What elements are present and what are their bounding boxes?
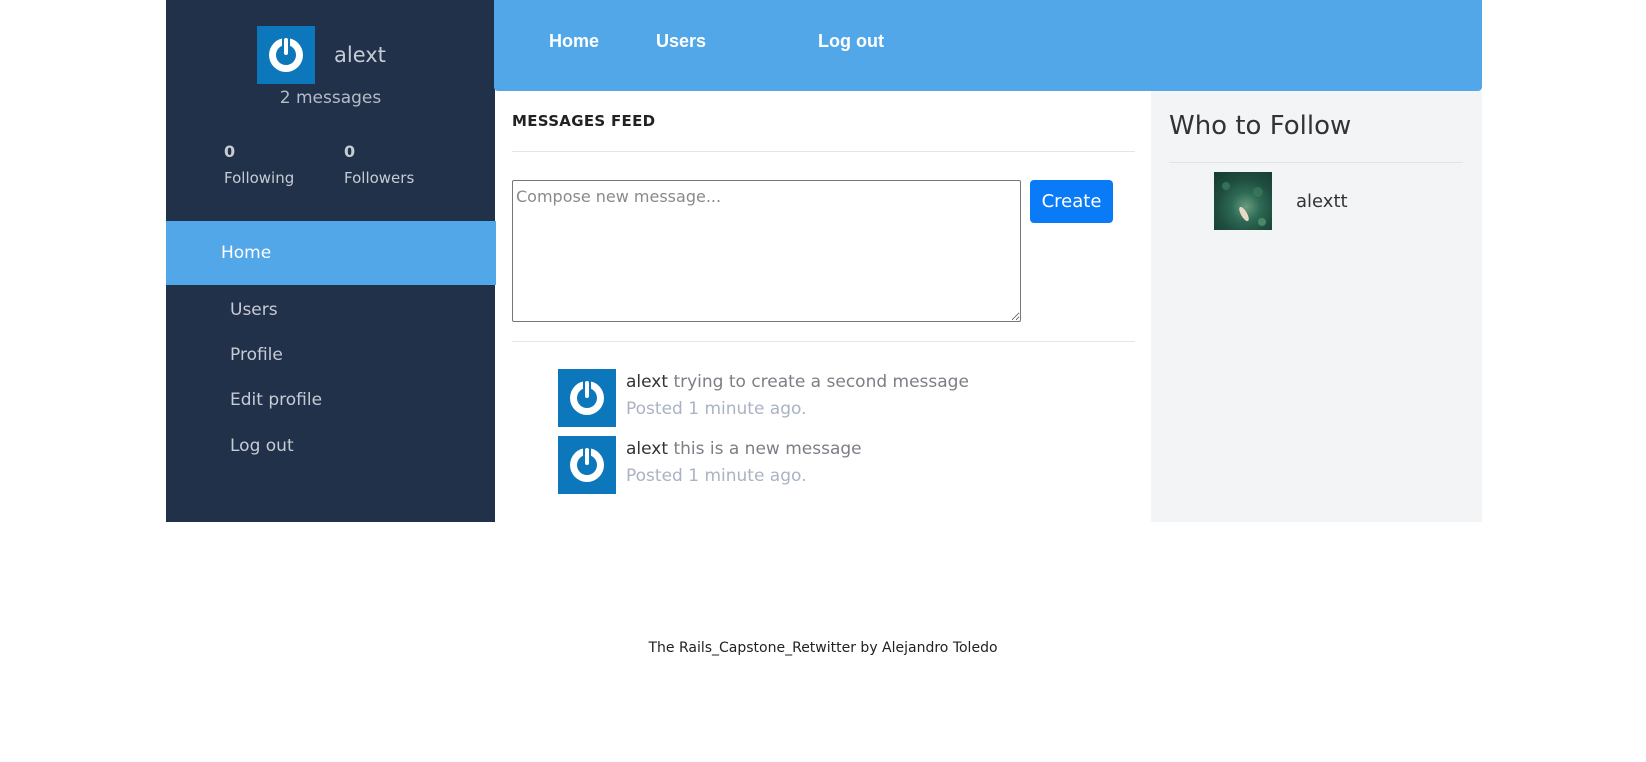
follow-suggestion-item[interactable]: alextt [1214,172,1348,230]
koi-fish-avatar-image [1222,182,1266,226]
divider [1169,162,1463,163]
compose-message-input[interactable] [512,180,1021,322]
page-title: MESSAGES FEED [512,112,656,130]
power-icon [570,378,604,415]
avatar[interactable] [558,369,616,427]
top-navbar: Home Users Log out [494,0,1482,91]
sidebar-item-edit-profile[interactable]: Edit profile [230,390,322,410]
divider [512,341,1135,342]
sidebar-item-home[interactable]: Home [166,221,496,285]
nav-logout-link[interactable]: Log out [818,31,884,52]
following-count: 0 [224,142,236,161]
followers-stat[interactable]: 0 Followers [344,142,414,187]
list-item: alext this is a new message Posted 1 min… [558,436,862,494]
avatar[interactable] [558,436,616,494]
avatar[interactable] [257,26,315,84]
follow-suggestion-username[interactable]: alextt [1296,191,1348,212]
message-timestamp: Posted 1 minute ago. [626,466,807,486]
sidebar-item-log-out[interactable]: Log out [230,436,294,456]
who-to-follow-title: Who to Follow [1169,111,1352,141]
nav-users-link[interactable]: Users [656,31,706,52]
list-item: alext trying to create a second message … [558,369,969,427]
power-icon [269,35,303,72]
message-timestamp: Posted 1 minute ago. [626,399,807,419]
following-label: Following [224,169,295,187]
divider [512,151,1135,152]
followers-label: Followers [344,169,415,187]
profile-username[interactable]: alext [334,43,386,67]
message-author[interactable]: alext [626,439,668,459]
power-icon [570,445,604,482]
message-text: this is a new message [673,439,862,459]
profile-header: alext [257,26,386,84]
who-to-follow-panel: Who to Follow alextt [1151,91,1482,522]
message-author[interactable]: alext [626,372,668,392]
sidebar-item-users[interactable]: Users [230,300,278,320]
sidebar-item-profile[interactable]: Profile [230,345,283,365]
followers-count: 0 [344,142,356,161]
following-stat[interactable]: 0 Following [224,142,294,187]
nav-home-link[interactable]: Home [549,31,599,52]
sidebar: alext 2 messages 0 Following 0 Followers… [166,0,496,522]
footer-text: The Rails_Capstone_Retwitter by Alejandr… [648,640,998,656]
message-body: alext this is a new message Posted 1 min… [626,436,862,494]
avatar[interactable] [1214,172,1272,230]
message-body: alext trying to create a second message … [626,369,969,427]
message-count: 2 messages [279,88,382,108]
message-text: trying to create a second message [673,372,969,392]
create-button[interactable]: Create [1030,180,1113,223]
